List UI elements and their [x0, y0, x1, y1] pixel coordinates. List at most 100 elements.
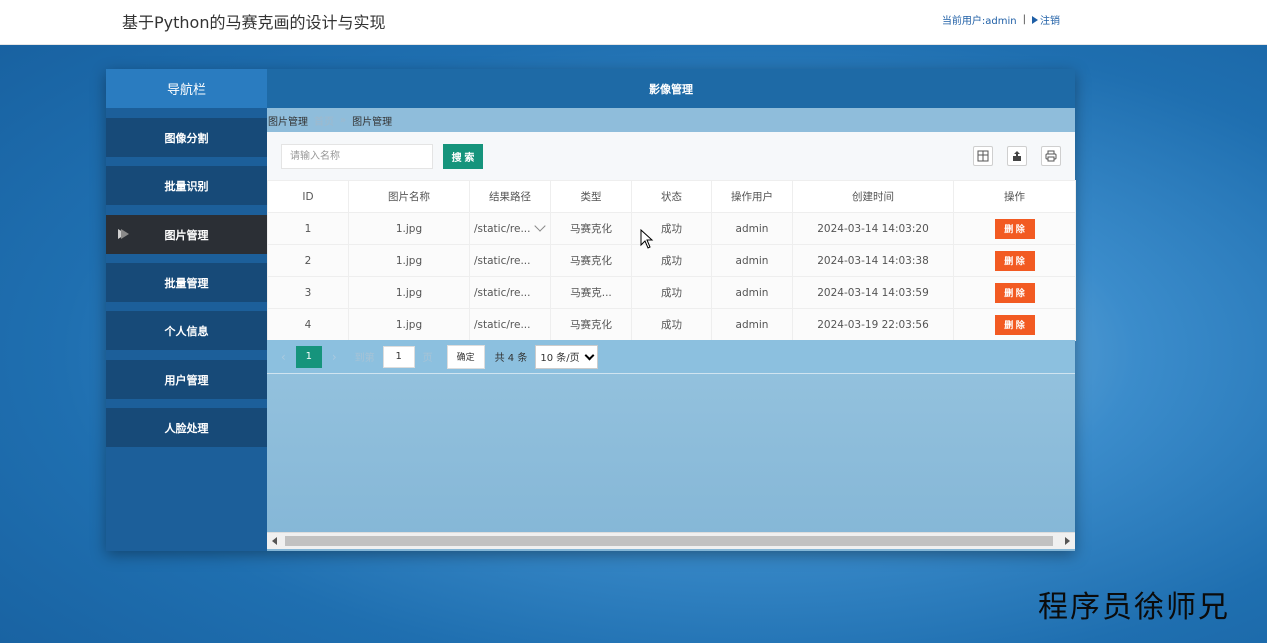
columns-icon[interactable]	[973, 146, 993, 166]
sidebar-item-image-segmentation[interactable]: 图像分割	[106, 118, 267, 157]
page-title: 影像管理	[267, 69, 1075, 108]
breadcrumb-separator: »	[340, 114, 347, 126]
cell-user: admin	[711, 244, 793, 277]
column-header-created: 创建时间	[792, 180, 954, 213]
cell-path: /static/re...	[469, 308, 551, 341]
column-header-id: ID	[267, 180, 349, 213]
sidebar-item-image-management[interactable]: 图片管理	[106, 215, 267, 254]
cell-user: admin	[711, 212, 793, 245]
logout-link[interactable]: 注销	[1032, 12, 1060, 27]
cell-id: 3	[267, 276, 349, 309]
logout-label: 注销	[1040, 16, 1060, 27]
scrollbar-thumb[interactable]	[285, 536, 1053, 546]
cell-status: 成功	[631, 276, 712, 309]
cell-action: 删 除	[953, 244, 1076, 277]
sidebar-item-profile[interactable]: 个人信息	[106, 311, 267, 350]
cell-action: 删 除	[953, 212, 1076, 245]
delete-button[interactable]: 删 除	[994, 282, 1035, 303]
breadcrumb-current: 图片管理	[268, 116, 308, 128]
image-table: ID 图片名称 结果路径 类型 状态 操作用户 创建时间 操作 1 1.jpg …	[267, 180, 1076, 341]
delete-button[interactable]: 删 除	[994, 218, 1035, 239]
scroll-left-icon[interactable]	[272, 537, 277, 545]
cell-name: 1.jpg	[348, 212, 470, 245]
sidebar: 导航栏 图像分割 批量识别 图片管理 批量管理 个人信息 用户管理 人脸处理	[106, 69, 267, 551]
cell-created: 2024-03-19 22:03:56	[792, 308, 954, 341]
sidebar-item-label: 用户管理	[164, 373, 209, 387]
page-size-value: 10 条/页	[540, 353, 580, 364]
horizontal-scrollbar[interactable]	[267, 532, 1075, 549]
chevron-down-icon[interactable]	[534, 220, 546, 232]
cell-status: 成功	[631, 244, 712, 277]
breadcrumb-page: 图片管理	[352, 116, 393, 128]
current-user-label: 当前用户:admin	[941, 16, 1017, 27]
cell-action: 删 除	[953, 308, 1076, 341]
separator: |	[1022, 14, 1026, 25]
page-button-current[interactable]: 1	[295, 345, 322, 368]
active-arrow-icon	[118, 229, 129, 239]
sidebar-item-user-management[interactable]: 用户管理	[106, 360, 267, 399]
play-icon	[1032, 15, 1038, 24]
scroll-right-icon[interactable]	[1065, 537, 1070, 545]
column-header-type: 类型	[550, 180, 632, 213]
cell-status: 成功	[631, 308, 712, 341]
column-header-name: 图片名称	[348, 180, 470, 213]
cell-action: 删 除	[953, 276, 1076, 309]
cell-path[interactable]: /static/re...	[469, 212, 551, 245]
cell-id: 2	[267, 244, 349, 277]
sidebar-item-batch-recognition[interactable]: 批量识别	[106, 166, 267, 205]
cell-path: /static/re...	[469, 276, 551, 309]
cell-created: 2024-03-14 14:03:59	[792, 276, 954, 309]
sidebar-item-label: 图像分割	[164, 131, 209, 145]
cell-id: 4	[267, 308, 349, 341]
cell-type: 马赛克化	[550, 212, 632, 245]
watermark: 程序员徐师兄	[1038, 590, 1230, 625]
cell-user: admin	[711, 276, 793, 309]
cell-name: 1.jpg	[348, 244, 470, 277]
sidebar-title: 导航栏	[106, 69, 267, 108]
table-header-row: ID 图片名称 结果路径 类型 状态 操作用户 创建时间 操作	[267, 180, 1076, 213]
cell-path-text: /static/re...	[474, 222, 531, 235]
sidebar-item-batch-management[interactable]: 批量管理	[106, 263, 267, 302]
next-page-icon[interactable]: ›	[332, 350, 337, 364]
search-button[interactable]: 搜 索	[443, 144, 483, 169]
goto-confirm-button[interactable]: 确定	[446, 344, 485, 369]
breadcrumb-home[interactable]: 首页	[314, 113, 334, 128]
breadcrumb: 图片管理 首页 » 图片管理	[267, 108, 1075, 132]
table-row: 2 1.jpg /static/re... 马赛克化 成功 admin 2024…	[267, 244, 1076, 277]
app-panel: 导航栏 图像分割 批量识别 图片管理 批量管理 个人信息 用户管理 人脸处理 影…	[106, 69, 1076, 551]
cell-name: 1.jpg	[348, 308, 470, 341]
search-input[interactable]: 请输入名称	[281, 144, 433, 169]
chevron-down-icon	[584, 350, 595, 360]
cell-user: admin	[711, 308, 793, 341]
print-icon[interactable]	[1041, 146, 1061, 166]
export-icon[interactable]	[1007, 146, 1027, 166]
pagination: ‹ 1 › 到第 1 页 确定 共 4 条 10 条/页	[267, 340, 1075, 374]
cell-type: 马赛克化	[550, 308, 632, 341]
table-tools	[973, 146, 1061, 166]
table-row: 4 1.jpg /static/re... 马赛克化 成功 admin 2024…	[267, 308, 1076, 341]
table-row: 3 1.jpg /static/re... 马赛克... 成功 admin 20…	[267, 276, 1076, 309]
page-size-select[interactable]: 10 条/页	[535, 344, 598, 369]
sidebar-item-label: 批量识别	[164, 179, 209, 193]
cell-created: 2024-03-14 14:03:38	[792, 244, 954, 277]
site-title: 基于Python的马赛克画的设计与实现	[122, 13, 386, 32]
top-bar: 基于Python的马赛克画的设计与实现 当前用户:admin | 注销	[0, 0, 1267, 45]
cell-type: 马赛克...	[550, 276, 632, 309]
sidebar-item-label: 个人信息	[164, 324, 209, 338]
cell-id: 1	[267, 212, 349, 245]
sidebar-item-label: 人脸处理	[164, 421, 209, 435]
cell-name: 1.jpg	[348, 276, 470, 309]
delete-button[interactable]: 删 除	[994, 250, 1035, 271]
goto-page-input[interactable]: 1	[382, 345, 415, 368]
page-suffix: 页	[422, 353, 433, 364]
sidebar-item-face-processing[interactable]: 人脸处理	[106, 408, 267, 447]
goto-label: 到第	[354, 353, 375, 364]
delete-button[interactable]: 删 除	[994, 314, 1035, 335]
column-header-user: 操作用户	[711, 180, 793, 213]
table-row: 1 1.jpg /static/re... 马赛克化 成功 admin 2024…	[267, 212, 1076, 245]
column-header-path: 结果路径	[469, 180, 551, 213]
cell-created: 2024-03-14 14:03:20	[792, 212, 954, 245]
total-count: 共 4 条	[494, 353, 528, 364]
cell-type: 马赛克化	[550, 244, 632, 277]
prev-page-icon[interactable]: ‹	[281, 350, 286, 364]
